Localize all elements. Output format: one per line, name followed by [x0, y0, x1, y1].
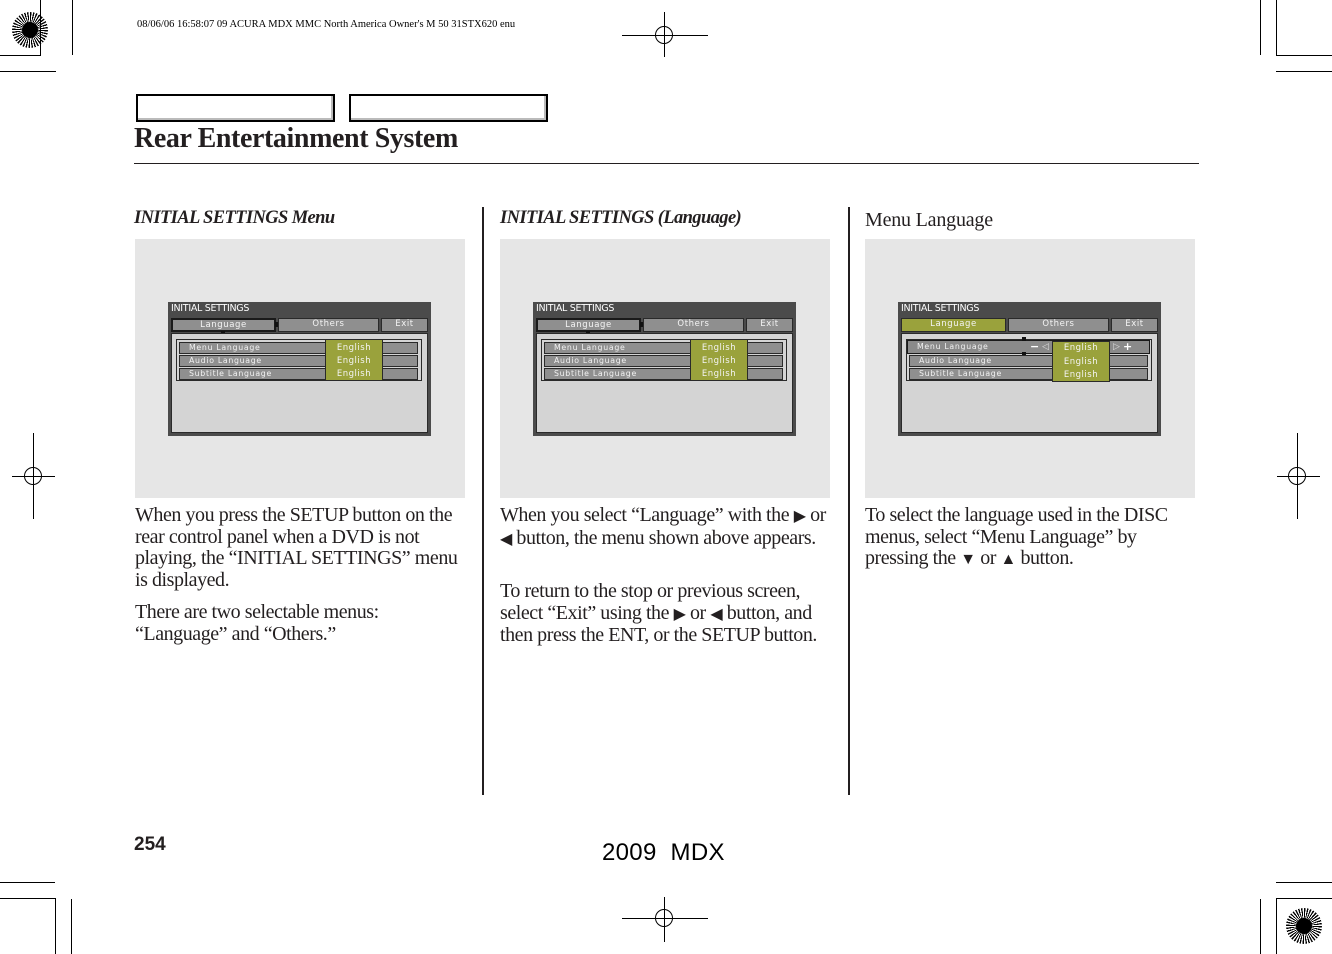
option-values: English English English: [325, 339, 383, 381]
left-triangle-icon: ◁: [1042, 342, 1049, 352]
option-values: English English English: [690, 339, 748, 381]
option-value: English: [336, 369, 372, 379]
right-triangle-icon: ▷: [1113, 342, 1120, 352]
crop-line: [40, 0, 41, 55]
registration-target-icon: [655, 909, 673, 927]
screen-body: Menu Language Audio Language Subtitle La…: [536, 333, 793, 433]
page-number: 254: [134, 834, 166, 855]
registration-starburst-icon: [1286, 908, 1322, 944]
left-arrow-icon: ◀: [500, 530, 512, 548]
decrease-icon[interactable]: −: [1030, 341, 1039, 353]
right-arrow-icon: ▶: [793, 508, 806, 525]
crop-line: [1276, 898, 1277, 954]
right-arrow-icon: ▶: [673, 605, 686, 623]
option-value: English: [1063, 357, 1099, 367]
paragraph: When you select “Language” with the ▶ or…: [500, 504, 826, 549]
tab-others[interactable]: Others: [643, 318, 744, 332]
screen-title: INITIAL SETTINGS: [901, 303, 980, 314]
screen-body: Menu Language Audio Language Subtitle La…: [171, 333, 428, 433]
registration-target-icon: [655, 26, 673, 44]
option-value: English: [1063, 370, 1099, 380]
crop-line: [1276, 71, 1332, 72]
crop-line: [72, 0, 73, 55]
screen-title: INITIAL SETTINGS: [536, 303, 615, 314]
crop-line: [1276, 0, 1277, 55]
option-value: English: [336, 356, 372, 366]
paragraph: To select the language used in the DISC …: [865, 504, 1168, 569]
option-value: English: [701, 356, 737, 366]
tab-language[interactable]: Language: [901, 318, 1006, 332]
tab-others[interactable]: Others: [278, 318, 379, 332]
tab-language[interactable]: Language: [536, 318, 641, 332]
up-marker-icon: [1022, 337, 1026, 341]
paragraph: To return to the stop or previous screen…: [500, 580, 817, 646]
crop-line: [1260, 899, 1261, 954]
footer-model: 2009 MDX: [602, 839, 725, 866]
tab-others[interactable]: Others: [1008, 318, 1109, 332]
registration-target-icon: [1288, 467, 1306, 485]
crop-line: [0, 71, 56, 72]
crop-line: [0, 898, 56, 899]
section-heading: Menu Language: [865, 209, 993, 231]
language-options-panel: Menu Language − ◁ ▷ + Audio Language Sub…: [906, 337, 1152, 382]
language-options-panel: Menu Language Audio Language Subtitle La…: [541, 339, 787, 381]
crop-line: [1276, 55, 1332, 56]
crop-line: [55, 898, 56, 954]
column-divider: [482, 207, 484, 795]
option-label: Audio Language: [919, 356, 992, 365]
option-label: Audio Language: [189, 356, 262, 365]
tab-exit[interactable]: Exit: [1111, 318, 1158, 332]
option-value: English: [701, 343, 737, 353]
language-options-panel: Menu Language Audio Language Subtitle La…: [176, 339, 422, 381]
crop-line: [1260, 0, 1261, 55]
option-label: Subtitle Language: [554, 369, 637, 378]
initial-settings-screen: INITIAL SETTINGS Language Others Exit Me…: [168, 302, 431, 436]
crop-line: [71, 899, 72, 954]
section-heading: INITIAL SETTINGS Menu: [134, 208, 335, 228]
screen-title: INITIAL SETTINGS: [171, 303, 250, 314]
crop-line: [1276, 882, 1332, 883]
crop-line: [1276, 898, 1332, 899]
screen-figure: INITIAL SETTINGS Language Others Exit Me…: [500, 239, 830, 498]
option-label: Subtitle Language: [189, 369, 272, 378]
header-tab-2: [349, 94, 548, 122]
page-title: Rear Entertainment System: [134, 123, 458, 154]
option-value: English: [701, 369, 737, 379]
paragraph: There are two selectable menus: “Languag…: [135, 601, 379, 645]
option-values: English English English: [1052, 341, 1110, 382]
up-arrow-icon: ▲: [1000, 551, 1017, 568]
registration-target-icon: [24, 467, 42, 485]
crop-line: [0, 882, 55, 883]
option-value: English: [336, 343, 372, 353]
screen-body: Menu Language − ◁ ▷ + Audio Language Sub…: [901, 333, 1158, 433]
column-divider: [848, 207, 850, 795]
screen-figure: INITIAL SETTINGS Language Others Exit Me…: [135, 239, 465, 498]
initial-settings-screen: INITIAL SETTINGS Language Others Exit Me…: [898, 302, 1161, 436]
option-label: Subtitle Language: [919, 369, 1002, 378]
print-job-info: 08/06/06 16:58:07 09 ACURA MDX MMC North…: [137, 19, 516, 30]
tab-language[interactable]: Language: [171, 318, 276, 332]
increase-icon[interactable]: +: [1123, 341, 1132, 353]
title-divider: [134, 163, 1199, 164]
screen-figure: INITIAL SETTINGS Language Others Exit Me…: [865, 239, 1195, 498]
option-label: Audio Language: [554, 356, 627, 365]
option-row-menu-language[interactable]: Menu Language − ◁ ▷ +: [907, 340, 1150, 354]
option-label: Menu Language: [554, 343, 626, 352]
initial-settings-screen: INITIAL SETTINGS Language Others Exit Me…: [533, 302, 796, 436]
tab-exit[interactable]: Exit: [746, 318, 793, 332]
option-row-subtitle-language[interactable]: Subtitle Language: [909, 368, 1148, 380]
tab-exit[interactable]: Exit: [381, 318, 428, 332]
paragraph: When you press the SETUP button on the r…: [135, 504, 458, 591]
option-row-audio-language[interactable]: Audio Language: [909, 355, 1148, 367]
registration-starburst-icon: [12, 12, 48, 48]
down-arrow-icon: ▼: [960, 551, 976, 568]
left-arrow-icon: ◀: [710, 605, 723, 623]
crop-line: [0, 55, 41, 56]
option-label: Menu Language: [917, 342, 989, 351]
option-label: Menu Language: [189, 343, 261, 352]
header-tab-1: [136, 94, 335, 122]
option-value-selected: English: [1063, 343, 1099, 353]
section-heading: INITIAL SETTINGS (Language): [500, 208, 742, 228]
